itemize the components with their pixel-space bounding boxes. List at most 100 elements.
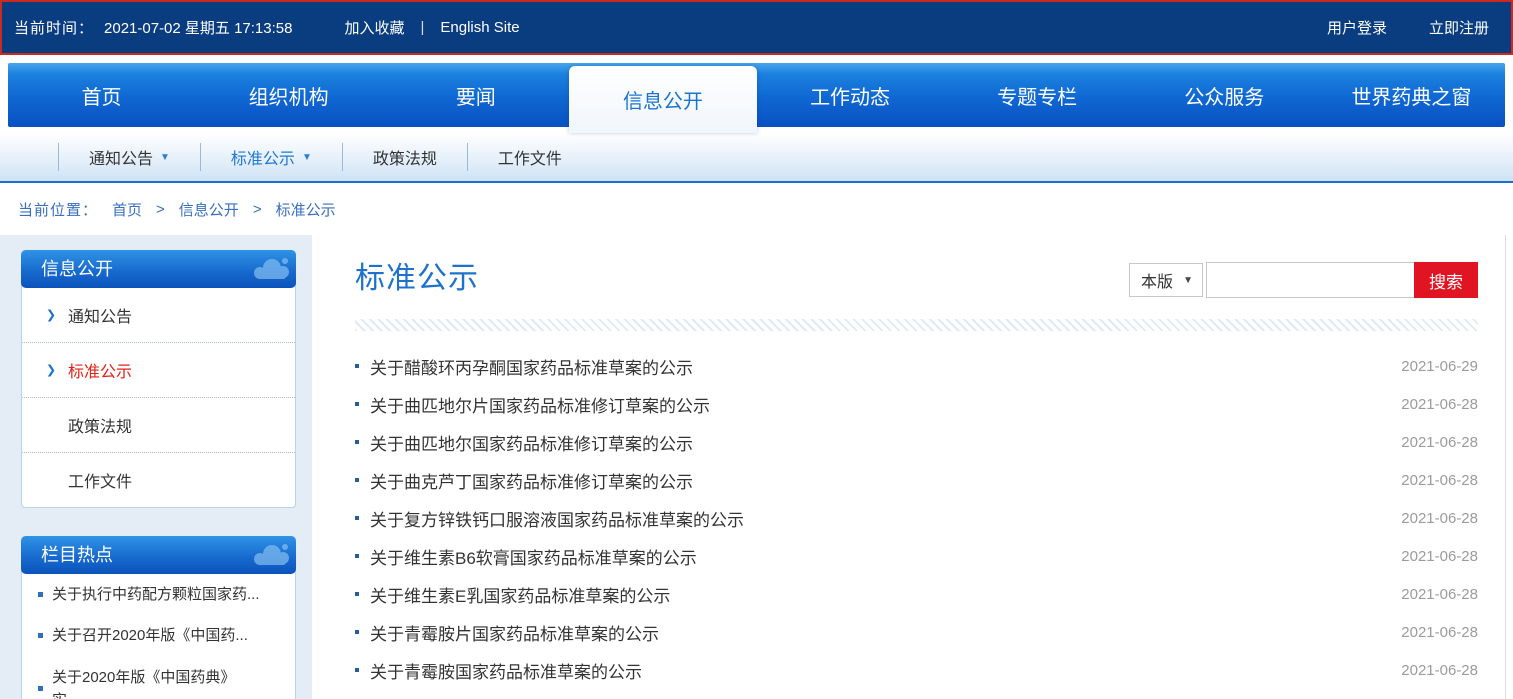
bullet-square-icon	[355, 516, 359, 520]
announcement-title: 关于曲匹地尔国家药品标准修订草案的公示	[370, 430, 693, 455]
side-policies-label: 政策法规	[68, 419, 132, 436]
side-standard-publicity-label: 标准公示	[68, 364, 132, 381]
chevron-right-icon: ❯	[46, 363, 56, 377]
hatch-divider	[355, 319, 1478, 331]
hot-topic-item-2[interactable]: 关于2020年版《中国药典》 实...	[22, 657, 295, 699]
user-login-link[interactable]: 用户登录	[1327, 17, 1387, 38]
nav-home-label: 首页	[82, 81, 122, 110]
announcement-title: 关于醋酸环丙孕酮国家药品标准草案的公示	[370, 354, 693, 379]
sub-nav: 通知公告▼标准公示▼政策法规工作文件	[0, 133, 1513, 183]
announcement-date: 2021-06-28	[1401, 624, 1478, 641]
nav-world-pharmacopoeia[interactable]: 世界药典之窗	[1318, 63, 1505, 127]
bullet-square-icon	[355, 364, 359, 368]
nav-info-disclosure-label: 信息公开	[623, 85, 703, 114]
hot-topic-item-0[interactable]: 关于执行中药配方颗粒国家药...	[22, 574, 295, 615]
hot-topic-item-1[interactable]: 关于召开2020年版《中国药...	[22, 615, 295, 656]
caret-down-icon: ▼	[302, 152, 312, 163]
nav-public-service[interactable]: 公众服务	[1131, 63, 1318, 127]
hot-topics-box-header: 栏目热点	[21, 536, 296, 574]
announcement-row-1[interactable]: 关于曲匹地尔片国家药品标准修订草案的公示 2021-06-28	[355, 385, 1478, 423]
search-scope-select[interactable]: 本版 ▼	[1129, 263, 1203, 297]
chevron-right-icon: ❯	[46, 308, 56, 322]
breadcrumb-item-2[interactable]: 标准公示	[276, 199, 336, 220]
announcement-title: 关于曲克芦丁国家药品标准修订草案的公示	[370, 468, 693, 493]
breadcrumb: 当前位置： 首页>信息公开>标准公示	[0, 183, 1513, 235]
announcement-date: 2021-06-28	[1401, 586, 1478, 603]
nav-news[interactable]: 要闻	[382, 63, 569, 127]
nav-info-disclosure[interactable]: 信息公开	[569, 66, 756, 133]
content-right-border	[1505, 235, 1506, 699]
hot-topic-title: 关于召开2020年版《中国药...	[52, 624, 248, 647]
bullet-square-icon	[355, 554, 359, 558]
nav-public-service-label: 公众服务	[1184, 81, 1264, 110]
announcement-row-4[interactable]: 关于复方锌铁钙口服溶液国家药品标准草案的公示 2021-06-28	[355, 499, 1478, 537]
caret-down-icon: ▼	[160, 152, 170, 163]
bullet-square-icon	[355, 592, 359, 596]
announcement-date: 2021-06-28	[1401, 510, 1478, 527]
announcement-row-5[interactable]: 关于维生素B6软膏国家药品标准草案的公示2021-06-28	[355, 537, 1478, 575]
add-favorite-link[interactable]: 加入收藏	[344, 17, 404, 38]
side-work-documents[interactable]: 工作文件	[22, 453, 295, 507]
announcement-row-8[interactable]: 关于青霉胺国家药品标准草案的公示2021-06-28	[355, 651, 1478, 689]
subnav-policies[interactable]: 政策法规	[342, 143, 467, 171]
breadcrumb-separator: >	[253, 201, 262, 218]
breadcrumb-item-1[interactable]: 信息公开	[179, 199, 239, 220]
hot-topics-box-title: 栏目热点	[41, 545, 113, 565]
announcement-date: 2021-06-28	[1401, 396, 1478, 413]
main-content: 标准公示 本版 ▼ 搜索 关于醋酸环丙孕酮国家药品标准草案的公示2021-06-…	[312, 235, 1513, 699]
current-time-value: 2021-07-02 星期五 17:13:58	[104, 17, 292, 38]
current-time-label: 当前时间：	[14, 17, 94, 38]
side-policies[interactable]: 政策法规	[22, 398, 295, 453]
bullet-square-icon	[355, 668, 359, 672]
nav-special-topics[interactable]: 专题专栏	[944, 63, 1131, 127]
announcement-row-2[interactable]: 关于曲匹地尔国家药品标准修订草案的公示 2021-06-28	[355, 423, 1478, 461]
subnav-standard-publicity[interactable]: 标准公示▼	[200, 143, 342, 171]
nav-organization-label: 组织机构	[249, 81, 329, 110]
nav-special-topics-label: 专题专栏	[997, 81, 1077, 110]
search-button[interactable]: 搜索	[1414, 262, 1478, 298]
announcement-row-0[interactable]: 关于醋酸环丙孕酮国家药品标准草案的公示 2021-06-29	[355, 347, 1478, 385]
info-disclosure-box-header: 信息公开	[21, 250, 296, 288]
hot-topics-items: 关于执行中药配方颗粒国家药... 关于召开2020年版《中国药... 关于2020年…	[22, 574, 295, 699]
breadcrumb-item-0[interactable]: 首页	[112, 199, 142, 220]
announcement-title: 关于维生素E乳国家药品标准草案的公示	[370, 582, 670, 607]
nav-news-label: 要闻	[456, 81, 496, 110]
sidebar: 信息公开 ❯通知公告❯标准公示政策法规工作文件 栏目热点	[0, 235, 312, 699]
nav-work-updates[interactable]: 工作动态	[757, 63, 944, 127]
side-notices[interactable]: ❯通知公告	[22, 288, 295, 343]
side-standard-publicity[interactable]: ❯ 标准公示	[22, 343, 295, 398]
bullet-square-icon	[355, 478, 359, 482]
subnav-notices-label: 通知公告	[89, 145, 153, 169]
breadcrumb-separator: >	[156, 201, 165, 218]
announcement-row-6[interactable]: 关于维生素E乳国家药品标准草案的公示 2021-06-28	[355, 575, 1478, 613]
register-link[interactable]: 立即注册	[1429, 17, 1489, 38]
subnav-work-documents[interactable]: 工作文件	[467, 143, 592, 171]
nav-home[interactable]: 首页	[8, 63, 195, 127]
info-disclosure-items: ❯通知公告❯标准公示政策法规工作文件	[22, 288, 295, 507]
announcement-row-3[interactable]: 关于曲克芦丁国家药品标准修订草案的公示2021-06-28	[355, 461, 1478, 499]
search-bar: 本版 ▼ 搜索	[1129, 262, 1478, 298]
bullet-square-icon	[38, 592, 43, 597]
bullet-square-icon	[38, 633, 43, 638]
page-body: 信息公开 ❯通知公告❯标准公示政策法规工作文件 栏目热点	[0, 235, 1513, 699]
hot-topics-box: 栏目热点 关于执行中药配方颗粒国家药...关于召开2020年版《中国药...关于…	[21, 536, 296, 699]
nav-world-pharmacopoeia-label: 世界药典之窗	[1351, 81, 1471, 110]
hot-topic-title: 关于2020年版《中国药典》 实...	[52, 666, 235, 699]
bullet-square-icon	[355, 402, 359, 406]
announcement-date: 2021-06-28	[1401, 548, 1478, 565]
announcement-title: 关于复方锌铁钙口服溶液国家药品标准草案的公示	[370, 506, 744, 531]
announcement-title: 关于曲匹地尔片国家药品标准修订草案的公示	[370, 392, 710, 417]
search-input[interactable]	[1206, 262, 1414, 298]
topbar-divider: |	[420, 19, 424, 36]
announcement-date: 2021-06-28	[1401, 434, 1478, 451]
nav-organization[interactable]: 组织机构	[195, 63, 382, 127]
main-nav: 首页 组织机构 要闻 信息公开 工作动态 专题专栏 公众服务 世界药典之窗	[8, 63, 1505, 127]
subnav-work-documents-label: 工作文件	[498, 145, 562, 169]
cloud-icon	[238, 542, 290, 568]
info-disclosure-box-title: 信息公开	[41, 259, 113, 279]
subnav-notices[interactable]: 通知公告 ▼	[58, 143, 200, 171]
bullet-square-icon	[38, 686, 43, 691]
announcement-date: 2021-06-29	[1401, 358, 1478, 375]
announcement-row-7[interactable]: 关于青霉胺片国家药品标准草案的公示2021-06-28	[355, 613, 1478, 651]
english-site-link[interactable]: English Site	[440, 19, 519, 36]
